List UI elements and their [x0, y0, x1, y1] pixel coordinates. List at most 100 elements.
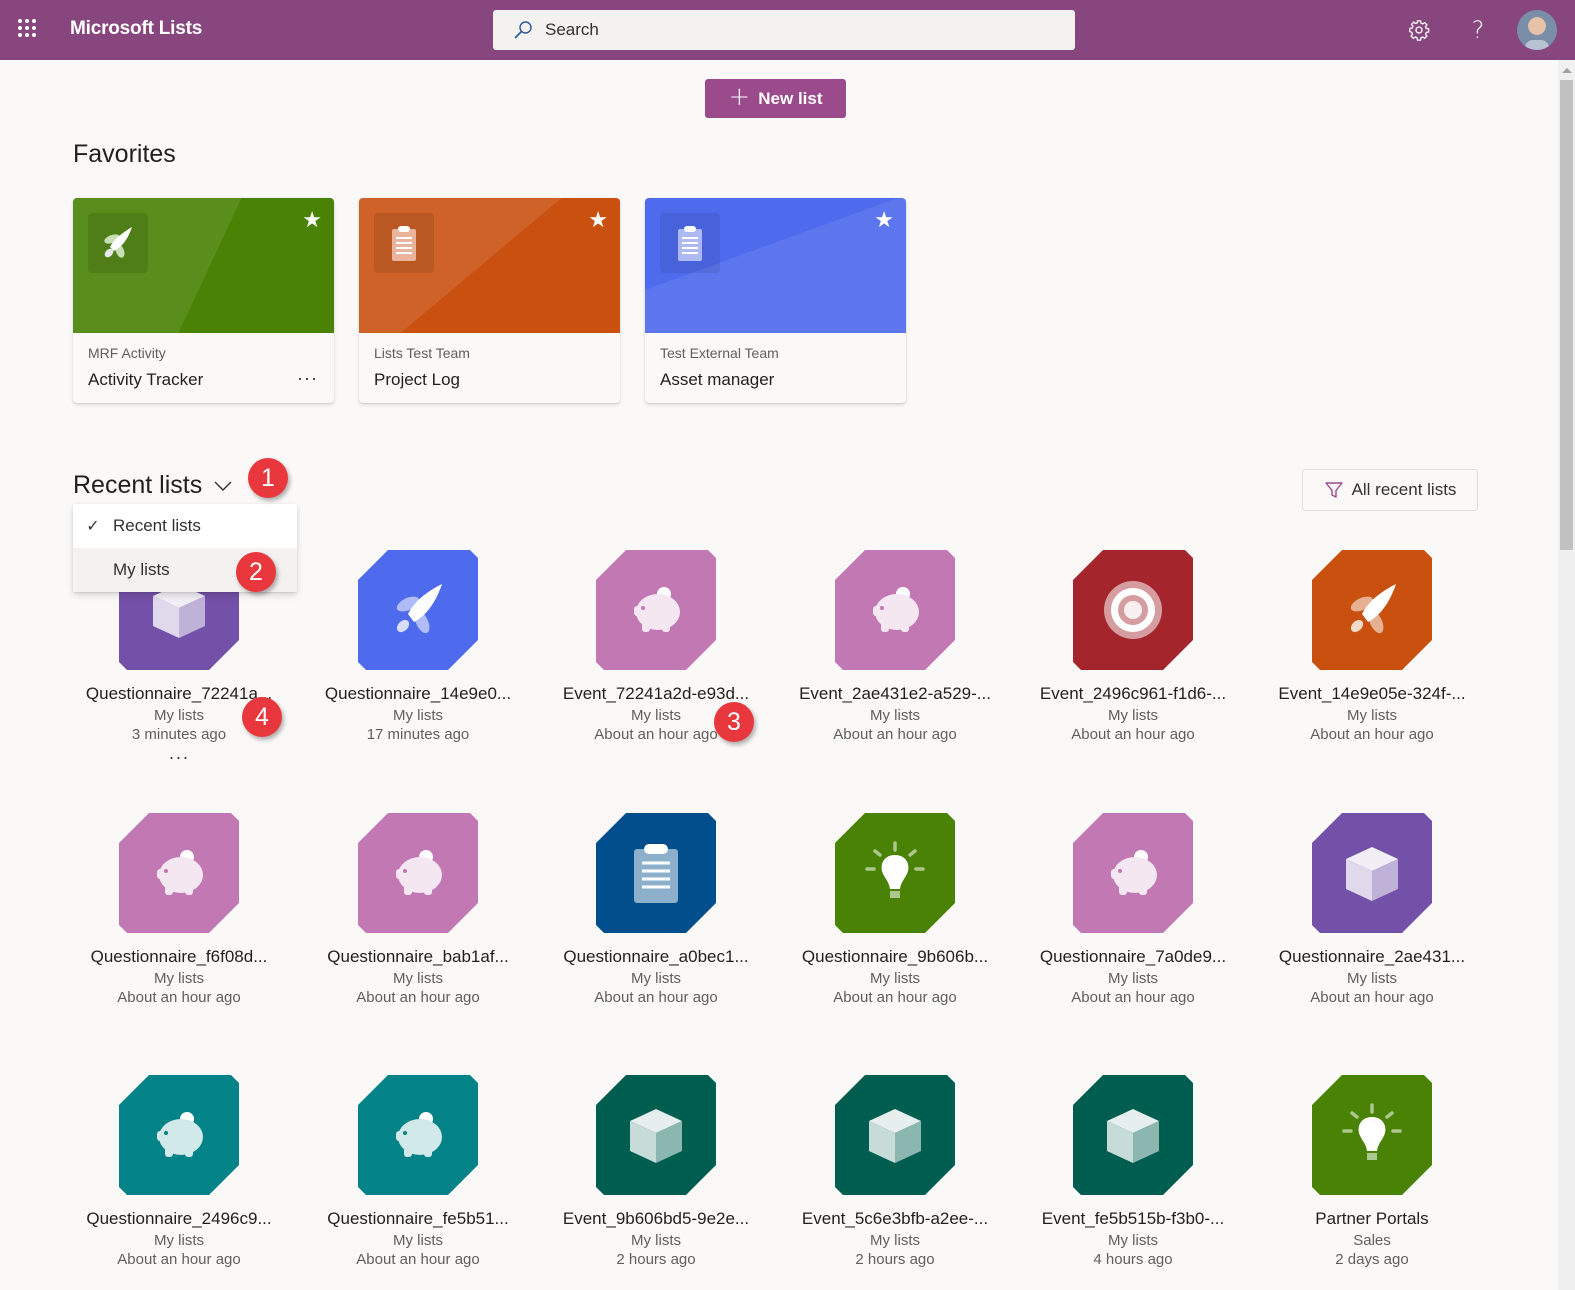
list-tile[interactable]: Event_14e9e05e-324f-... My lists About an …	[1262, 550, 1482, 743]
list-last-modified: 4 hours ago	[1093, 1251, 1173, 1268]
list-name: Questionnaire_bab1af...	[327, 947, 509, 966]
favorite-card[interactable]: ★ MRF Activity Activity Tracker ···	[73, 198, 334, 403]
rocket-icon	[1312, 550, 1432, 670]
more-options-icon[interactable]: ···	[69, 747, 289, 768]
list-last-modified: 2 days ago	[1335, 1251, 1409, 1268]
cube-icon	[1073, 1075, 1193, 1195]
favorite-star-icon[interactable]: ★	[588, 208, 608, 233]
list-tile[interactable]: Questionnaire_a0bec1... My lists About an …	[546, 813, 766, 1006]
list-tile[interactable]: Questionnaire_fe5b51... My lists About an …	[308, 1075, 528, 1268]
avatar[interactable]	[1517, 10, 1557, 50]
list-tile[interactable]: Event_2ae431e2-a529-... My lists About an …	[785, 550, 1005, 743]
list-tile[interactable]: Questionnaire_9b606b... My lists About an …	[785, 813, 1005, 1006]
search-input[interactable]: Search	[493, 10, 1075, 50]
favorite-card[interactable]: ★ Lists Test Team Project Log	[359, 198, 620, 403]
list-tile[interactable]: Questionnaire_7a0de9... My lists About an …	[1023, 813, 1243, 1006]
scrollbar[interactable]	[1558, 60, 1575, 1290]
list-name: Partner Portals	[1315, 1209, 1429, 1228]
rocket-icon	[358, 550, 478, 670]
list-location: My lists	[1347, 707, 1397, 724]
favorites-heading: Favorites	[73, 140, 176, 168]
piggy-icon	[835, 550, 955, 670]
list-location: My lists	[631, 1232, 681, 1249]
annotation-badge: 3	[714, 702, 754, 742]
list-last-modified: About an hour ago	[594, 989, 718, 1006]
favorite-card[interactable]: ★ Test External Team Asset manager	[645, 198, 906, 403]
card-location: Test External Team	[660, 345, 779, 361]
list-location: My lists	[1108, 1232, 1158, 1249]
list-tile[interactable]: Questionnaire_14e9e0... My lists 17 minute…	[308, 550, 528, 743]
more-options-icon[interactable]: ···	[297, 368, 318, 389]
top-bar: Microsoft Lists Search ?	[0, 0, 1575, 60]
list-last-modified: About an hour ago	[833, 989, 957, 1006]
list-tile[interactable]: Questionnaire_bab1af... My lists About an …	[308, 813, 528, 1006]
annotation-badge: 1	[248, 458, 288, 498]
list-name: Event_5c6e3bfb-a2ee-...	[801, 1209, 989, 1228]
dropdown-item-label: Recent lists	[113, 516, 201, 535]
list-tile[interactable]: Event_9b606bd5-9e2e... My lists 2 hours ag…	[546, 1075, 766, 1268]
list-name: Event_fe5b515b-f3b0-...	[1041, 1209, 1225, 1228]
checkmark-icon: ✓	[86, 518, 100, 535]
clipboard-icon	[374, 213, 434, 273]
favorite-star-icon[interactable]: ★	[874, 208, 894, 233]
list-name: Event_14e9e05e-324f-...	[1278, 684, 1466, 703]
scroll-up-arrow-icon[interactable]	[1562, 68, 1572, 73]
list-location: My lists	[393, 1232, 443, 1249]
waffle-icon[interactable]	[18, 19, 40, 41]
list-name: Questionnaire_14e9e0...	[324, 684, 512, 703]
filter-icon	[1324, 482, 1343, 498]
new-list-button[interactable]: + New list	[705, 79, 846, 118]
list-location: My lists	[154, 970, 204, 987]
search-icon	[514, 21, 532, 39]
dropdown-item-recent-lists[interactable]: ✓ Recent lists	[73, 504, 297, 548]
list-tile[interactable]: Questionnaire_f6f08d... My lists About an …	[69, 813, 289, 1006]
list-location: My lists	[870, 970, 920, 987]
list-tile[interactable]: Event_fe5b515b-f3b0-... My lists 4 hours a…	[1023, 1075, 1243, 1268]
card-title: Project Log	[374, 370, 460, 389]
list-name: Event_9b606bd5-9e2e...	[562, 1209, 750, 1228]
scroll-thumb[interactable]	[1560, 80, 1573, 550]
recent-lists-view-selector[interactable]: Recent lists	[73, 471, 232, 500]
favorite-star-icon[interactable]: ★	[302, 208, 322, 233]
list-last-modified: 2 hours ago	[855, 1251, 935, 1268]
chevron-down-icon	[214, 481, 232, 491]
search-placeholder: Search	[545, 20, 599, 39]
app-title[interactable]: Microsoft Lists	[70, 18, 202, 40]
list-name: Questionnaire_f6f08d...	[90, 947, 268, 966]
piggy-icon	[1073, 813, 1193, 933]
cube-icon	[1312, 813, 1432, 933]
filter-label: All recent lists	[1351, 480, 1457, 499]
list-location: My lists	[1108, 707, 1158, 724]
list-location: Sales	[1353, 1232, 1391, 1249]
card-location: MRF Activity	[88, 345, 166, 361]
piggy-icon	[119, 813, 239, 933]
list-tile[interactable]: Event_2496c961-f1d6-... My lists About an …	[1023, 550, 1243, 743]
list-last-modified: About an hour ago	[833, 726, 957, 743]
cube-icon	[596, 1075, 716, 1195]
list-tile[interactable]: Questionnaire_2ae431... My lists About an …	[1262, 813, 1482, 1006]
list-last-modified: About an hour ago	[117, 989, 241, 1006]
list-last-modified: About an hour ago	[356, 1251, 480, 1268]
new-list-label: New list	[758, 88, 823, 108]
list-last-modified: About an hour ago	[1310, 726, 1434, 743]
list-last-modified: 17 minutes ago	[366, 726, 470, 743]
card-banner: ★	[645, 198, 906, 333]
list-location: My lists	[631, 970, 681, 987]
all-recent-lists-filter-button[interactable]: All recent lists	[1302, 469, 1478, 511]
help-icon[interactable]: ?	[1462, 14, 1494, 46]
target-icon	[1073, 550, 1193, 670]
list-tile[interactable]: Partner Portals Sales 2 days ago	[1262, 1075, 1482, 1268]
gear-icon[interactable]	[1403, 14, 1435, 46]
card-location: Lists Test Team	[374, 345, 470, 361]
piggy-icon	[358, 1075, 478, 1195]
list-location: My lists	[393, 970, 443, 987]
card-title: Asset manager	[660, 370, 775, 389]
list-tile[interactable]: Questionnaire_2496c9... My lists About an …	[69, 1075, 289, 1268]
list-tile[interactable]: Event_5c6e3bfb-a2ee-... My lists 2 hours a…	[785, 1075, 1005, 1268]
list-name: Questionnaire_2496c9...	[86, 1209, 272, 1228]
card-banner: ★	[73, 198, 334, 333]
list-location: My lists	[870, 707, 920, 724]
list-name: Event_72241a2d-e93d...	[562, 684, 750, 703]
list-location: My lists	[393, 707, 443, 724]
list-name: Questionnaire_fe5b51...	[327, 1209, 509, 1228]
